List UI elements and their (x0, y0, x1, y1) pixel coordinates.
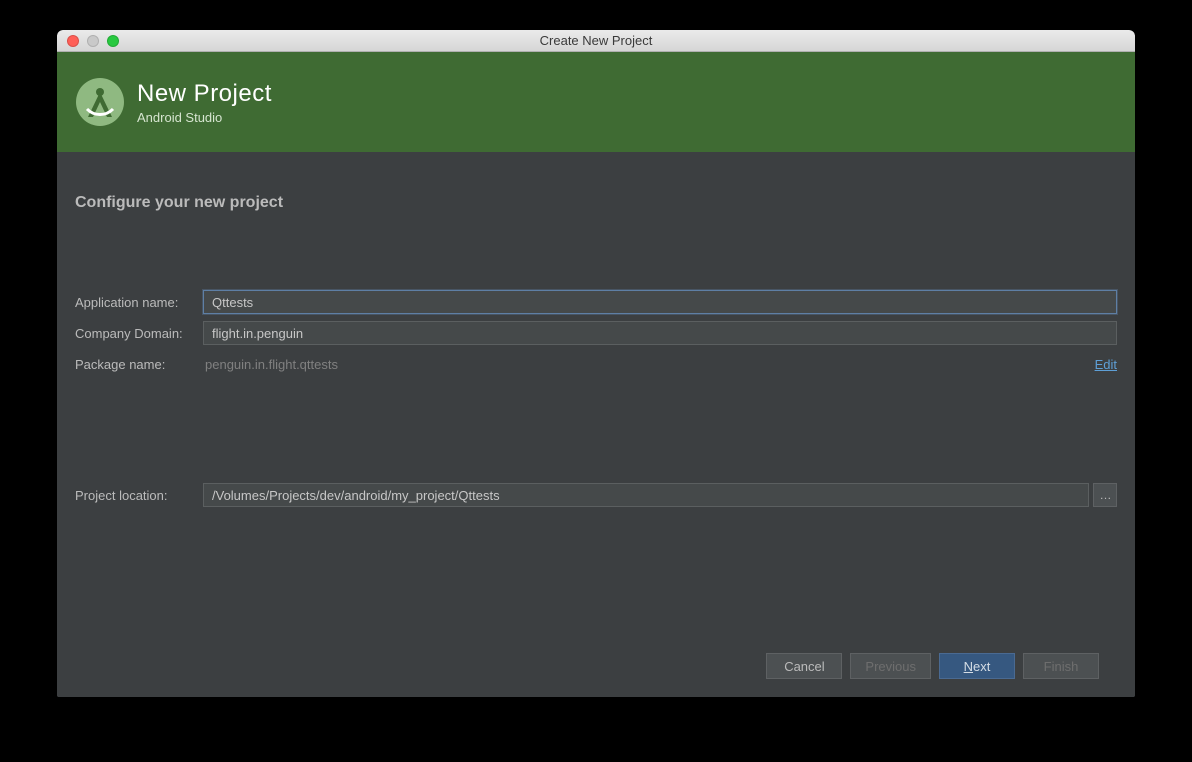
application-name-input[interactable] (203, 290, 1117, 314)
package-name-label: Package name: (75, 357, 203, 372)
company-domain-label: Company Domain: (75, 326, 203, 341)
application-name-label: Application name: (75, 295, 203, 310)
ellipsis-icon: … (1100, 488, 1111, 502)
finish-button: Finish (1023, 653, 1099, 679)
window-controls (57, 35, 119, 47)
edit-package-link[interactable]: Edit (1095, 357, 1117, 372)
spacer (75, 383, 1117, 483)
minimize-window-button (87, 35, 99, 47)
wizard-footer: Cancel Previous Next Finish (75, 635, 1117, 697)
package-name-row: Package name: penguin.in.flight.qttests … (75, 352, 1117, 376)
next-mnemonic: N (964, 659, 973, 674)
application-name-row: Application name: (75, 290, 1117, 314)
package-name-value: penguin.in.flight.qttests (203, 357, 1095, 372)
project-location-group: … (203, 483, 1117, 507)
wizard-header: New Project Android Studio (57, 52, 1135, 152)
previous-button: Previous (850, 653, 931, 679)
window-title: Create New Project (57, 33, 1135, 48)
project-location-input[interactable] (203, 483, 1089, 507)
project-location-label: Project location: (75, 488, 203, 503)
next-button[interactable]: Next (939, 653, 1015, 679)
company-domain-row: Company Domain: (75, 321, 1117, 345)
project-location-row: Project location: … (75, 483, 1117, 507)
dialog-window: Create New Project New Project Android S… (57, 30, 1135, 697)
company-domain-input[interactable] (203, 321, 1117, 345)
titlebar[interactable]: Create New Project (57, 30, 1135, 52)
zoom-window-button[interactable] (107, 35, 119, 47)
header-subtitle: Android Studio (137, 110, 272, 125)
cancel-button[interactable]: Cancel (766, 653, 842, 679)
android-studio-logo-icon (75, 77, 125, 127)
next-suffix: ext (973, 659, 990, 674)
close-window-button[interactable] (67, 35, 79, 47)
form-area: Application name: Company Domain: Packag… (75, 218, 1117, 507)
header-title: New Project (137, 80, 272, 108)
browse-location-button[interactable]: … (1093, 483, 1117, 507)
section-title: Configure your new project (75, 168, 1117, 218)
header-text: New Project Android Studio (137, 80, 272, 125)
wizard-content: Configure your new project Application n… (57, 152, 1135, 697)
